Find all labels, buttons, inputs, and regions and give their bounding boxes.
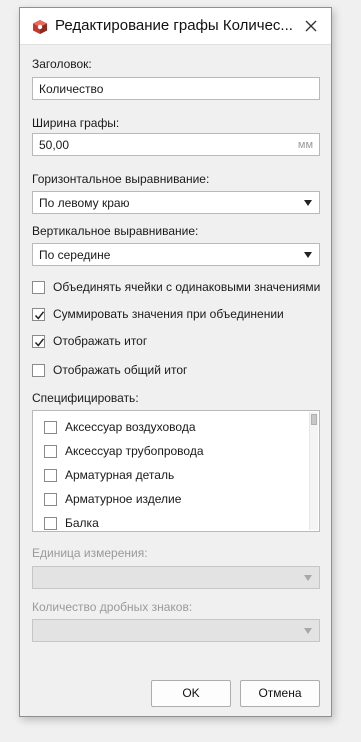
halign-select[interactable]: По левому краю xyxy=(32,191,320,214)
valign-select[interactable]: По середине xyxy=(32,243,320,266)
sum-values-label: Суммировать значения при объединении xyxy=(53,307,284,321)
header-input[interactable]: Количество xyxy=(32,77,320,100)
checkbox-box[interactable] xyxy=(32,335,45,348)
unit-select[interactable] xyxy=(32,566,320,589)
cancel-button[interactable]: Отмена xyxy=(240,680,320,707)
checkmark-icon xyxy=(34,338,45,347)
width-input[interactable]: 50,00 мм xyxy=(32,133,320,156)
chevron-down-icon xyxy=(304,200,312,206)
chevron-down-icon xyxy=(304,252,312,258)
checkbox-box[interactable] xyxy=(44,517,57,530)
valign-label: Вертикальное выравнивание: xyxy=(32,224,199,238)
width-unit: мм xyxy=(297,139,313,151)
specify-label: Специфицировать: xyxy=(32,391,139,405)
valign-value: По середине xyxy=(39,248,111,262)
title-bar[interactable]: Редактирование графы Количес... xyxy=(20,8,331,45)
list-item-label: Арматурное изделие xyxy=(65,492,182,506)
checkbox-box[interactable] xyxy=(32,364,45,377)
merge-cells-label: Объединять ячейки с одинаковыми значения… xyxy=(53,280,321,294)
list-scrollbar[interactable] xyxy=(309,412,318,530)
halign-value: По левому краю xyxy=(39,196,130,210)
close-icon[interactable] xyxy=(301,16,321,36)
decimals-select[interactable] xyxy=(32,619,320,642)
chevron-down-icon xyxy=(304,575,312,581)
show-total-label: Отображать итог xyxy=(53,334,148,348)
halign-label: Горизонтальное выравнивание: xyxy=(32,172,210,186)
app-cube-icon xyxy=(32,19,48,35)
dialog-title: Редактирование графы Количес... xyxy=(55,17,293,34)
scrollbar-thumb[interactable] xyxy=(311,414,317,425)
show-grand-total-label: Отображать общий итог xyxy=(53,363,188,377)
list-item-label: Арматурная деталь xyxy=(65,468,175,482)
chevron-down-icon xyxy=(304,628,312,634)
list-item-label: Аксессуар воздуховода xyxy=(65,420,196,434)
checkbox-box[interactable] xyxy=(32,308,45,321)
header-input-value: Количество xyxy=(39,82,104,96)
checkbox-box[interactable] xyxy=(32,281,45,294)
edit-column-dialog: Редактирование графы Количес... Заголово… xyxy=(19,7,332,717)
header-label: Заголовок: xyxy=(32,57,92,71)
list-item-label: Балка xyxy=(65,516,99,530)
checkbox-box[interactable] xyxy=(44,469,57,482)
checkbox-box[interactable] xyxy=(44,445,57,458)
checkbox-box[interactable] xyxy=(44,421,57,434)
checkmark-icon xyxy=(34,311,45,320)
width-label: Ширина графы: xyxy=(32,116,120,130)
unit-label: Единица измерения: xyxy=(32,546,148,560)
ok-button[interactable]: OK xyxy=(151,680,231,707)
decimals-label: Количество дробных знаков: xyxy=(32,600,193,614)
width-input-value: 50,00 xyxy=(39,138,70,152)
checkbox-box[interactable] xyxy=(44,493,57,506)
specify-list[interactable]: Аксессуар воздуховода Аксессуар трубопро… xyxy=(32,410,320,532)
list-item-label: Аксессуар трубопровода xyxy=(65,444,204,458)
